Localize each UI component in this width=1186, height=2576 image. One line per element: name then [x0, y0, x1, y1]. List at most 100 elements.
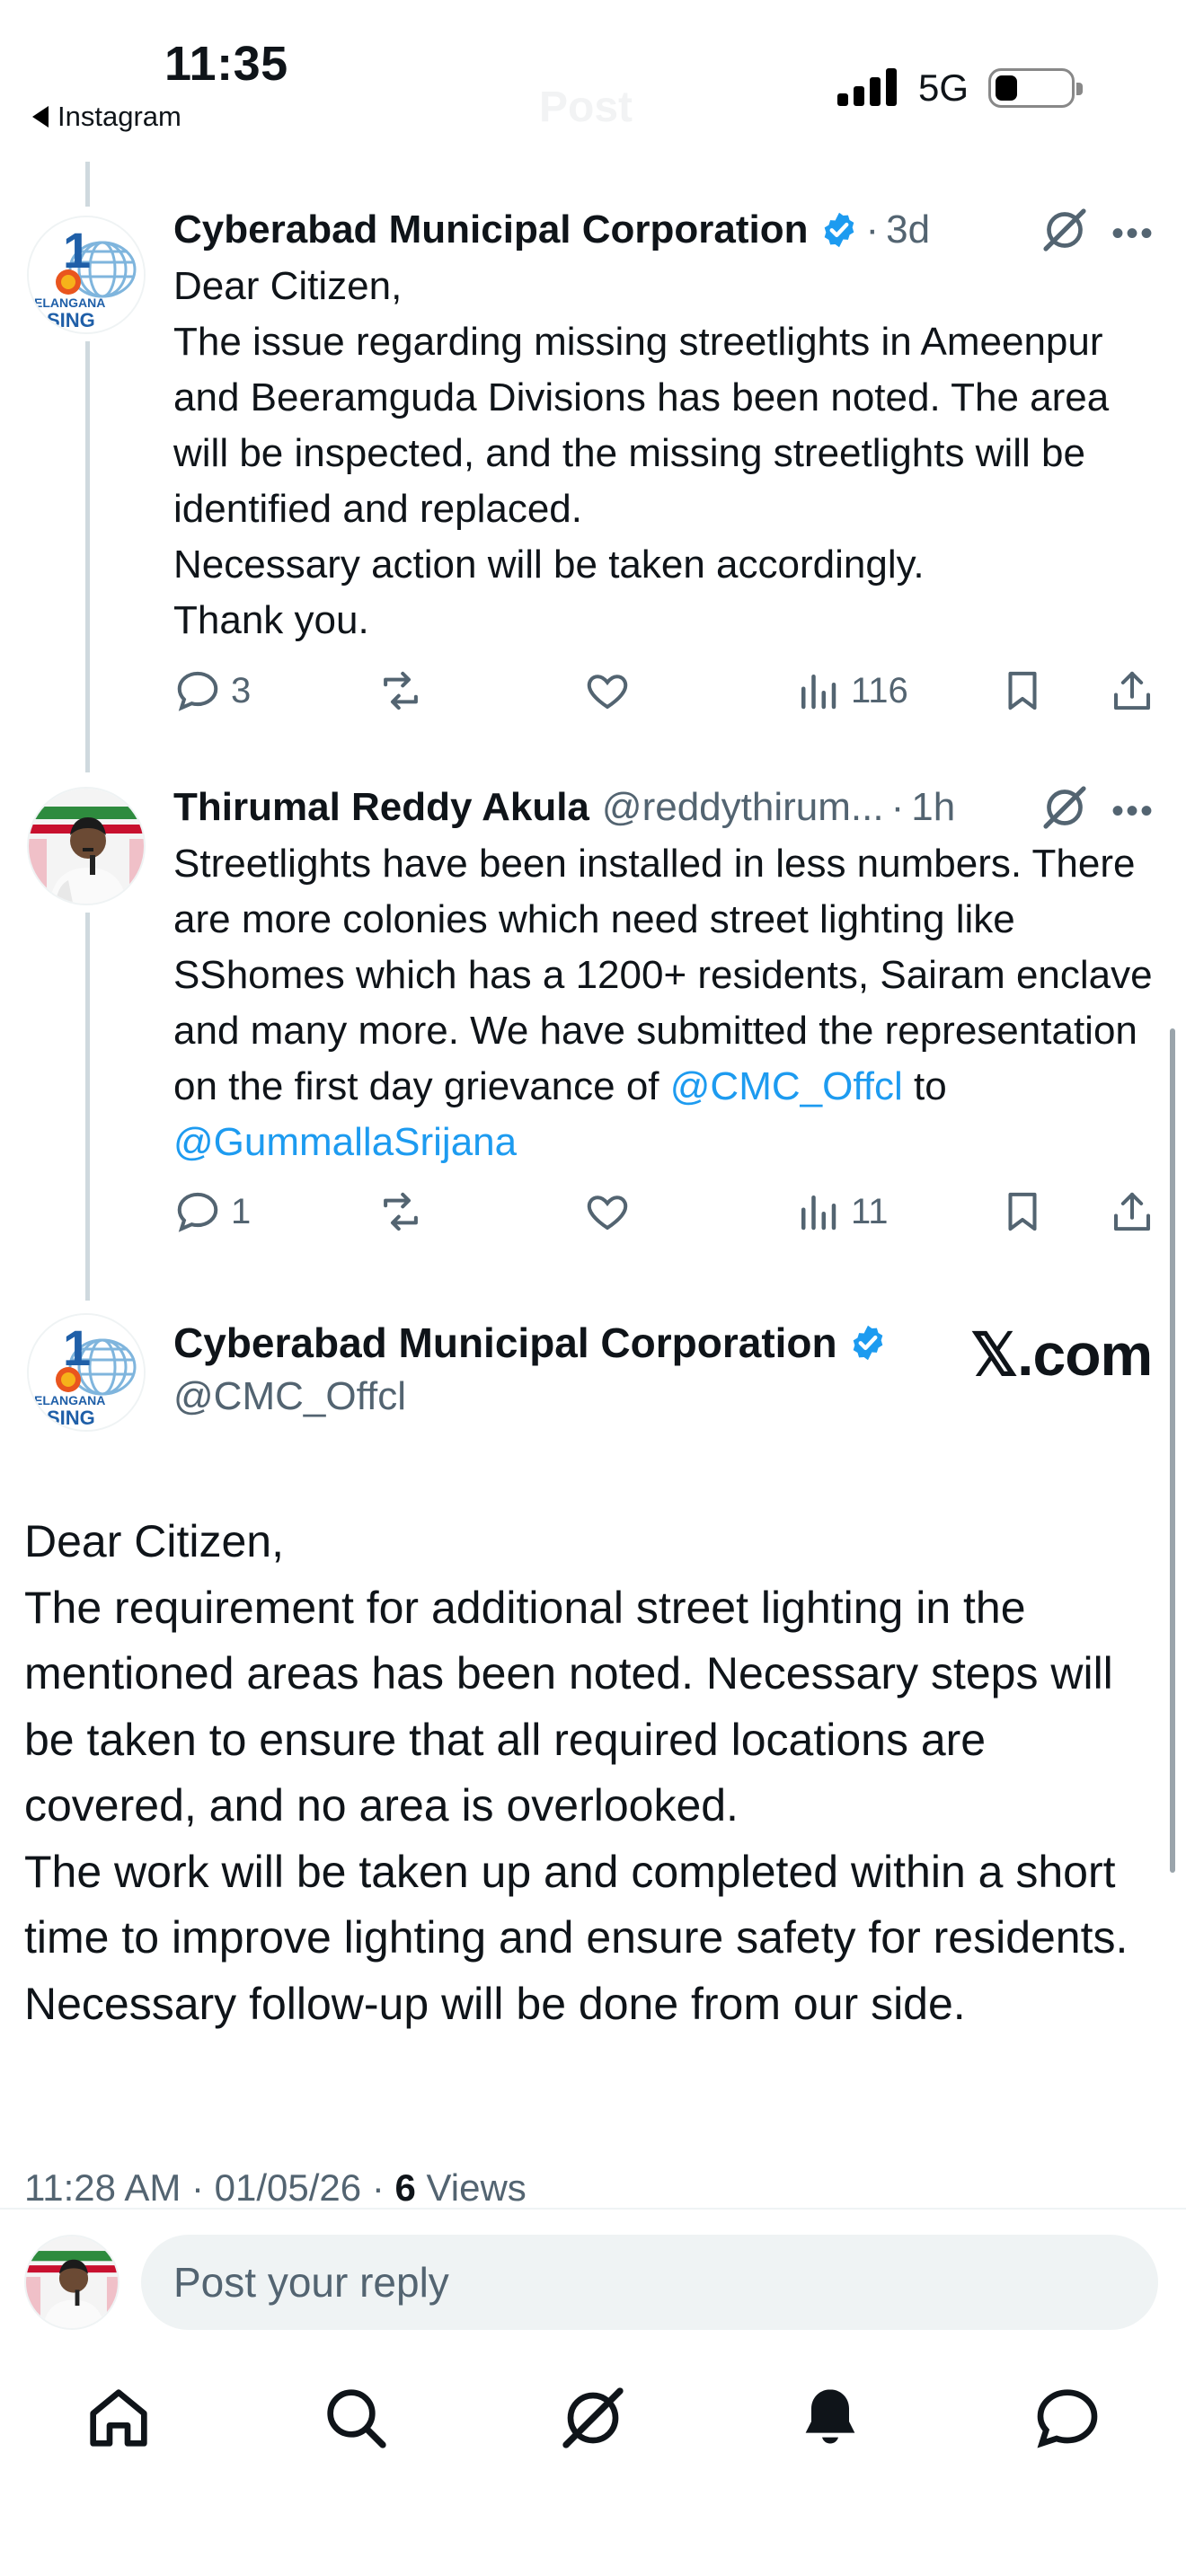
cmc-logo-icon: 1 ELANGANA SING: [29, 1315, 144, 1430]
grok-icon[interactable]: [1040, 205, 1090, 255]
tab-grok[interactable]: [557, 2382, 629, 2454]
bell-icon: [805, 2389, 855, 2444]
bottom-tab-bar: [0, 2342, 1186, 2576]
reply-icon: [177, 671, 218, 711]
tab-search[interactable]: [320, 2382, 392, 2454]
user-photo: [26, 2236, 118, 2328]
heart-icon: [587, 1195, 628, 1231]
tab-messages[interactable]: [1031, 2382, 1103, 2454]
back-to-instagram-link[interactable]: Instagram: [32, 101, 181, 133]
tab-home[interactable]: [83, 2382, 155, 2454]
logo-text: SING: [47, 309, 95, 331]
repost-icon: [384, 1192, 418, 1231]
network-type: 5G: [918, 66, 969, 109]
reply-input[interactable]: Post your reply: [141, 2235, 1158, 2330]
grok-icon[interactable]: [1040, 782, 1090, 833]
tweet-timestamp[interactable]: 11:28 AM · 01/05/26 ·: [24, 2166, 394, 2209]
views-label: Views: [415, 2166, 527, 2209]
main-tweet-author[interactable]: Cyberabad Municipal Corporation @CMC_Off…: [173, 1317, 888, 1419]
grok-icon: [562, 2387, 624, 2448]
verified-badge-icon: [853, 1325, 882, 1361]
views-button[interactable]: 11: [793, 1187, 889, 1236]
author-name[interactable]: Thirumal Reddy Akula: [173, 785, 589, 830]
tweet-text: Dear Citizen, The issue regarding missin…: [173, 264, 1110, 642]
reply-count: 3: [231, 670, 252, 710]
logo-text: ELANGANA: [34, 296, 105, 310]
back-arrow-icon: [32, 106, 49, 128]
thread-line: [85, 162, 90, 207]
more-options-icon[interactable]: •••: [1111, 791, 1155, 832]
reply-button[interactable]: 1: [173, 1187, 251, 1236]
tweet-header: Cyberabad Municipal Corporation · 3d: [173, 205, 1162, 255]
back-app-label: Instagram: [58, 101, 181, 132]
more-options-icon[interactable]: •••: [1111, 214, 1155, 254]
repost-button[interactable]: [376, 666, 425, 715]
views-count: 6: [394, 2166, 416, 2209]
battery-icon: [988, 68, 1083, 108]
tweet-time[interactable]: 3d: [886, 207, 930, 252]
author-name[interactable]: Cyberabad Municipal Corporation: [173, 207, 809, 252]
repost-icon: [384, 671, 418, 710]
tweet-cmc-reply[interactable]: Cyberabad Municipal Corporation · 3d •••…: [173, 205, 1162, 648]
share-button[interactable]: [1108, 1187, 1156, 1236]
share-icon: [1113, 1192, 1151, 1231]
views-button[interactable]: 116: [793, 666, 908, 715]
avatar-cmc-main[interactable]: 1 ELANGANA SING: [27, 1313, 146, 1432]
page-title: Post: [539, 84, 633, 131]
logo-text: SING: [47, 1407, 95, 1429]
user-photo: [29, 789, 144, 904]
share-button[interactable]: [1108, 666, 1156, 715]
like-button[interactable]: [583, 666, 632, 715]
avatar-thirumal[interactable]: [27, 787, 146, 905]
message-icon: [1037, 2389, 1098, 2448]
main-tweet-text: Dear Citizen, The requirement for additi…: [24, 1516, 1128, 2029]
reply-icon: [177, 1192, 218, 1232]
repost-button[interactable]: [376, 1187, 425, 1236]
author-handle[interactable]: @reddythirum...: [602, 785, 884, 830]
avatar-cmc[interactable]: 1 ELANGANA SING: [27, 216, 146, 334]
share-icon: [1113, 671, 1151, 710]
x-watermark: 𝕏.com: [970, 1321, 1153, 1388]
heart-icon: [587, 675, 628, 710]
tweet-text: Streetlights have been installed in less…: [173, 836, 1162, 1170]
reply-button[interactable]: 3: [173, 666, 251, 715]
thread-line: [85, 341, 90, 772]
tab-notifications[interactable]: [794, 2382, 866, 2454]
signal-icon: [837, 66, 900, 106]
mention-link[interactable]: @GummallaSrijana: [173, 1120, 517, 1164]
bookmark-icon: [1008, 671, 1037, 710]
reply-count: 1: [231, 1191, 252, 1231]
separator-dot: ·: [890, 785, 905, 829]
main-author-name[interactable]: Cyberabad Municipal Corporation: [173, 1319, 837, 1367]
tweet-time[interactable]: 1h: [911, 785, 955, 830]
status-time: 11:35: [164, 37, 288, 91]
cmc-logo-icon: 1 ELANGANA SING: [29, 217, 144, 332]
views-count: 11: [851, 1191, 889, 1231]
mention-link[interactable]: @CMC_Offcl: [670, 1064, 903, 1108]
my-avatar[interactable]: [24, 2235, 119, 2330]
search-icon: [327, 2389, 386, 2448]
tweet-text-part: Streetlights have been installed in less…: [173, 842, 1153, 1108]
views-count: 116: [851, 670, 908, 710]
separator-dot: ·: [865, 207, 880, 251]
tweet-thirumal-reply[interactable]: Thirumal Reddy Akula @reddythirum... · 1…: [173, 782, 1162, 1170]
verified-badge-icon: [824, 212, 854, 248]
thread-line: [85, 913, 90, 1301]
reply-bar: Post your reply: [0, 2208, 1186, 2342]
views-icon: [801, 675, 836, 710]
tweet-header: Thirumal Reddy Akula @reddythirum... · 1…: [173, 782, 1162, 833]
main-author-handle[interactable]: @CMC_Offcl: [173, 1374, 888, 1419]
bookmark-icon: [1008, 1192, 1037, 1231]
status-bar: 11:35 Instagram Post 5G: [0, 0, 1186, 144]
scrollbar[interactable]: [1170, 1028, 1175, 1873]
tweet-meta: 11:28 AM · 01/05/26 · 6 Views: [24, 2166, 527, 2210]
tweet-actions: 3 116: [173, 666, 1171, 720]
home-icon: [90, 2389, 147, 2447]
bookmark-button[interactable]: [998, 666, 1047, 715]
views-icon: [801, 1195, 836, 1231]
tweet-actions: 1 11: [173, 1187, 1171, 1241]
bookmark-button[interactable]: [998, 1187, 1047, 1236]
logo-text: ELANGANA: [34, 1393, 105, 1407]
tweet-text-part: to: [902, 1064, 947, 1108]
like-button[interactable]: [583, 1187, 632, 1236]
